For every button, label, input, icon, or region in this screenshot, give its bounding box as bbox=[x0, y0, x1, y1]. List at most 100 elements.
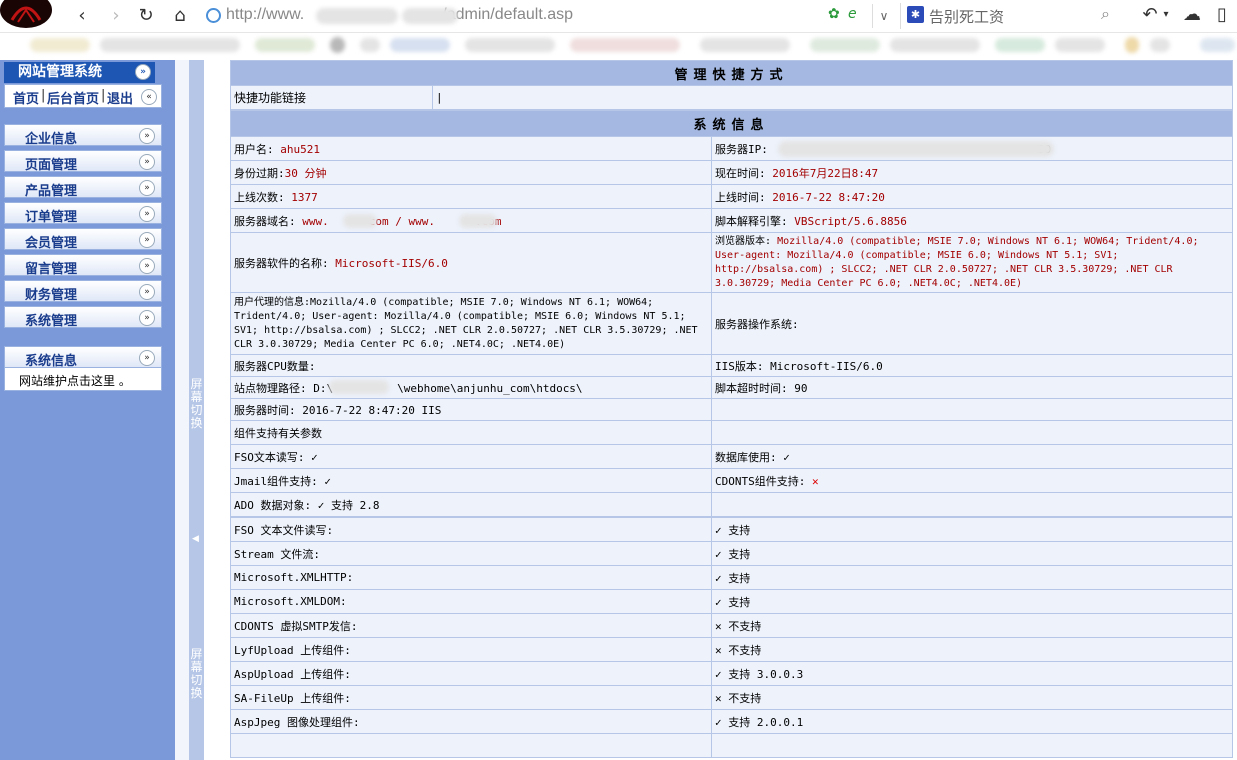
check-icon: ✓ bbox=[317, 498, 325, 512]
component-label: CDONTS 虚拟SMTP发信: bbox=[230, 613, 712, 638]
check-icon: ✓ bbox=[783, 450, 790, 464]
compat-icon[interactable]: ✿ bbox=[828, 6, 840, 22]
component-status: ✓ 支持 bbox=[711, 541, 1233, 566]
server-ip-row: 服务器IP:30 bbox=[710, 136, 1234, 161]
component-value: 不支持 bbox=[728, 643, 762, 657]
collapse-icon[interactable]: » bbox=[135, 64, 151, 80]
check-icon: ✓ bbox=[715, 523, 722, 537]
expand-icon[interactable]: » bbox=[139, 128, 155, 144]
search-hint: 告别死工资 bbox=[929, 8, 1005, 26]
server-software-row: 服务器软件的名称: Microsoft-IIS/6.0 bbox=[230, 232, 712, 293]
component-value: 支持 bbox=[728, 523, 751, 537]
menu-page-management[interactable]: 页面管理» bbox=[4, 150, 162, 173]
component-status: ✓ 支持 bbox=[711, 565, 1233, 590]
component-row: FSO 文本文件读写: ✓ 支持 bbox=[230, 517, 1233, 542]
undo-dropdown-icon[interactable]: ▾ bbox=[1160, 9, 1172, 20]
expand-icon[interactable]: » bbox=[139, 154, 155, 170]
component-label: Microsoft.XMLDOM: bbox=[230, 589, 712, 614]
component-label: SA-FileUp 上传组件: bbox=[230, 685, 712, 710]
menu-system-management[interactable]: 系统管理» bbox=[4, 306, 162, 329]
component-label: FSO 文本文件读写: bbox=[230, 517, 712, 542]
expand-icon[interactable]: » bbox=[139, 284, 155, 300]
admin-home-link[interactable]: 后台首页 bbox=[47, 88, 99, 107]
component-status: ✓ 支持 2.0.0.1 bbox=[711, 709, 1233, 734]
expand-icon[interactable]: » bbox=[139, 258, 155, 274]
ie-icon[interactable]: e bbox=[848, 6, 857, 22]
check-icon: ✓ bbox=[311, 450, 318, 464]
component-label: LyfUpload 上传组件: bbox=[230, 637, 712, 662]
expand-icon[interactable]: » bbox=[139, 206, 155, 222]
address-icons: ✿ e bbox=[828, 6, 872, 26]
expand-icon[interactable]: » bbox=[139, 232, 155, 248]
search-box[interactable]: ✱ 告别死工资 ⌕ bbox=[900, 3, 1125, 29]
server-time-row: 服务器时间: 2016-7-22 8:47:20 IIS bbox=[230, 398, 712, 421]
screen-switch-label[interactable]: 屏幕切换 bbox=[190, 378, 203, 430]
component-label: AspUpload 上传组件: bbox=[230, 661, 712, 686]
domain-row: 服务器域名: www.com / www..com bbox=[230, 208, 712, 233]
forward-icon[interactable]: › bbox=[104, 4, 128, 28]
component-status: ✕ 不支持 bbox=[711, 685, 1233, 710]
baidu-paw-icon: ✱ bbox=[907, 6, 924, 23]
user-agent-row: 用户代理的信息:Mozilla/4.0 (compatible; MSIE 7.… bbox=[230, 292, 712, 355]
undo-icon[interactable]: ↶ bbox=[1138, 4, 1162, 25]
component-row: AspUpload 上传组件: ✓ 支持 3.0.0.3 bbox=[230, 661, 1233, 686]
menu-finance-management[interactable]: 财务管理» bbox=[4, 280, 162, 303]
screen-switch-bar[interactable]: 屏幕切换 ◀ 屏幕切换 bbox=[189, 60, 204, 760]
component-status: ✕ 不支持 bbox=[711, 637, 1233, 662]
system-title: 网站管理系统 » bbox=[4, 62, 155, 83]
timeout-row: 脚本超时时间: 90 bbox=[710, 376, 1234, 399]
component-row: AspJpeg 图像处理组件: ✓ 支持 2.0.0.1 bbox=[230, 709, 1233, 734]
address-bar[interactable]: http://www./admin/default.asp bbox=[204, 3, 824, 29]
menu-system-info[interactable]: 系统信息» bbox=[4, 346, 162, 369]
shortcut-links[interactable]: | bbox=[431, 85, 1234, 110]
component-value: 支持 bbox=[728, 547, 751, 561]
browser-toolbar: ‹ › ↻ ⌂ http://www./admin/default.asp ✿ … bbox=[0, 0, 1237, 33]
expand-icon[interactable]: » bbox=[139, 180, 155, 196]
browser-logo-icon[interactable] bbox=[0, 0, 52, 28]
component-value: 支持 bbox=[728, 571, 751, 585]
expand-icon[interactable]: » bbox=[139, 310, 155, 326]
menu-message-management[interactable]: 留言管理» bbox=[4, 254, 162, 277]
menu-enterprise-info[interactable]: 企业信息» bbox=[4, 124, 162, 147]
component-status: ✓ 支持 3.0.0.3 bbox=[711, 661, 1233, 686]
home-icon[interactable]: ⌂ bbox=[168, 4, 192, 28]
check-icon: ✓ bbox=[715, 715, 722, 729]
expand-icon[interactable]: » bbox=[139, 350, 155, 366]
component-row: Microsoft.XMLHTTP: ✓ 支持 bbox=[230, 565, 1233, 590]
jmail-row: Jmail组件支持: ✓ bbox=[230, 468, 712, 493]
menu-order-management[interactable]: 订单管理» bbox=[4, 202, 162, 225]
menu-product-management[interactable]: 产品管理» bbox=[4, 176, 162, 199]
back-icon[interactable]: ‹ bbox=[70, 4, 94, 28]
phone-icon[interactable]: ▯ bbox=[1210, 4, 1234, 25]
ado-row: ADO 数据对象: ✓ 支持 2.8 bbox=[230, 492, 712, 517]
logout-link[interactable]: 退出 bbox=[107, 88, 133, 107]
iis-version-row: IIS版本: Microsoft-IIS/6.0 bbox=[710, 354, 1234, 377]
search-icon[interactable]: ⌕ bbox=[1101, 4, 1110, 24]
cloud-icon[interactable]: ☁ bbox=[1180, 4, 1204, 25]
check-icon: ✓ bbox=[715, 667, 722, 681]
components-title: 组件支持有关参数 bbox=[230, 420, 712, 445]
cross-icon: ✕ bbox=[715, 691, 722, 705]
check-icon: ✓ bbox=[324, 474, 331, 488]
arrow-left-icon[interactable]: ◀ bbox=[192, 534, 199, 544]
reload-icon[interactable]: ↻ bbox=[134, 4, 158, 28]
menu-member-management[interactable]: 会员管理» bbox=[4, 228, 162, 251]
login-count-row: 上线次数: 1377 bbox=[230, 184, 712, 209]
frame-splitter[interactable]: ▲ bbox=[175, 60, 359, 760]
screen-switch-label-2[interactable]: 屏幕切换 bbox=[190, 648, 203, 700]
collapse-left-icon[interactable]: « bbox=[141, 89, 157, 105]
globe-icon bbox=[206, 8, 221, 23]
address-dropdown-icon[interactable]: ∨ bbox=[872, 4, 895, 28]
cross-icon: ✕ bbox=[715, 619, 722, 633]
component-value: 不支持 bbox=[728, 691, 762, 705]
component-row: Microsoft.XMLDOM: ✓ 支持 bbox=[230, 589, 1233, 614]
component-row: CDONTS 虚拟SMTP发信: ✕ 不支持 bbox=[230, 613, 1233, 638]
server-os-row: 服务器操作系统: bbox=[710, 292, 1234, 355]
cross-icon: ✕ bbox=[715, 643, 722, 657]
home-link[interactable]: 首页 bbox=[13, 88, 39, 107]
username-row: 用户名: ahu521 bbox=[230, 136, 712, 161]
maintenance-link[interactable]: 网站维护点击这里 。 bbox=[19, 372, 131, 389]
system-info-table: 系统信息 用户名: ahu521 服务器IP:30 身份过期:30 分钟 现在时… bbox=[229, 110, 1234, 517]
check-icon: ✓ bbox=[715, 571, 722, 585]
component-row: SA-FileUp 上传组件: ✕ 不支持 bbox=[230, 685, 1233, 710]
